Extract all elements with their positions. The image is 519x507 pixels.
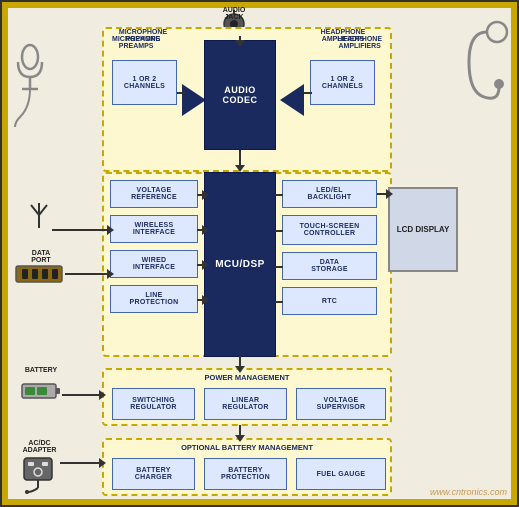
mic-preamps-label: MICROPHONEPREAMPS: [109, 29, 177, 43]
battery-mgmt-section: OPTIONAL BATTERY MANAGEMENT BATTERYCHARG…: [102, 438, 392, 496]
voltage-ref-block: VOLTAGEREFERENCE: [110, 180, 198, 208]
channels-right-block: 1 OR 2CHANNELS: [310, 60, 375, 105]
wired-mcu-arrowhead: [202, 260, 209, 270]
acdc-battery-arrow: [60, 462, 103, 464]
acdc-battery-arrowhead: [99, 458, 106, 468]
mcu-dsp-block: MCU/DSP: [204, 172, 276, 357]
switching-reg-block: SWITCHINGREGULATOR: [112, 388, 195, 420]
wireless-mcu-arrowhead: [202, 225, 209, 235]
acdc-icon: [20, 456, 56, 494]
led-lcd-arrowhead: [386, 189, 393, 199]
battery-icon: [20, 380, 60, 402]
antenna-icon: [27, 200, 51, 230]
antenna-wireless-arrow: [52, 229, 111, 231]
audio-jack-label: AUDIOJACK: [204, 7, 264, 21]
headphone-amp-label: HEADPHONEAMPLIFIERS: [307, 29, 379, 43]
acdc-label: AC/DCADAPTER: [12, 440, 67, 454]
right-channel-arrow: [304, 92, 312, 94]
battery-label: BATTERY: [16, 367, 66, 374]
amp-triangle-right: [280, 84, 304, 116]
battery-mgmt-title: OPTIONAL BATTERY MANAGEMENT: [104, 443, 390, 452]
battery-charger-block: BATTERYCHARGER: [112, 458, 195, 490]
left-channel-arrow: [177, 92, 185, 94]
audio-codec-block: AUDIOCODEC: [204, 40, 276, 150]
diagram-container: AUDIOJACK MICROPHONEPREAMPS HEADPHONEAMP…: [0, 0, 519, 507]
rtc-block: RTC: [282, 287, 377, 315]
jack-arrow-head: [235, 40, 245, 47]
mcu-led-arrow: [275, 194, 283, 196]
lcd-display-block: LCD DISPLAY: [388, 187, 458, 272]
power-mgmt-section: POWER MANAGEMENT SWITCHINGREGULATOR LINE…: [102, 368, 392, 426]
antenna-wireless-arrowhead: [107, 225, 114, 235]
codec-arrow-head: [235, 165, 245, 172]
touch-screen-block: TOUCH-SCREENCONTROLLER: [282, 215, 377, 245]
stethoscope-icon: [459, 12, 509, 132]
line-mcu-arrowhead: [202, 295, 209, 305]
battery-power-arrow: [62, 394, 103, 396]
mcu-touch-arrow: [275, 230, 283, 232]
data-storage-block: DATASTORAGE: [282, 252, 377, 280]
dataport-wired-arrowhead: [107, 269, 114, 279]
power-battery-arrowhead: [235, 435, 245, 442]
channels-left-block: 1 OR 2CHANNELS: [112, 60, 177, 105]
mcu-rtc-arrow: [275, 301, 283, 303]
mcu-storage-arrow: [275, 266, 283, 268]
vref-mcu-arrowhead: [202, 190, 209, 200]
led-backlight-block: LED/ELBACKLIGHT: [282, 180, 377, 208]
watermark: www.cntronics.com: [430, 487, 507, 497]
power-mgmt-title: POWER MANAGEMENT: [104, 373, 390, 382]
battery-protection-block: BATTERYPROTECTION: [204, 458, 287, 490]
interface-power-arrowhead: [235, 366, 245, 373]
line-protection-block: LINEPROTECTION: [110, 285, 198, 313]
battery-power-arrowhead: [99, 390, 106, 400]
linear-reg-block: LINEARREGULATOR: [204, 388, 287, 420]
wireless-interface-block: WIRELESSINTERFACE: [110, 215, 198, 243]
fuel-gauge-block: FUEL GAUGE: [296, 458, 386, 490]
voltage-supervisor-block: VOLTAGESUPERVISOR: [296, 388, 386, 420]
wired-interface-block: WIREDINTERFACE: [110, 250, 198, 278]
microphone-icon: [10, 27, 50, 127]
dataport-wired-arrow: [65, 273, 111, 275]
data-port-label: DATAPORT: [16, 250, 66, 264]
data-port-icon: [14, 264, 64, 284]
amp-triangle-left: [182, 84, 206, 116]
